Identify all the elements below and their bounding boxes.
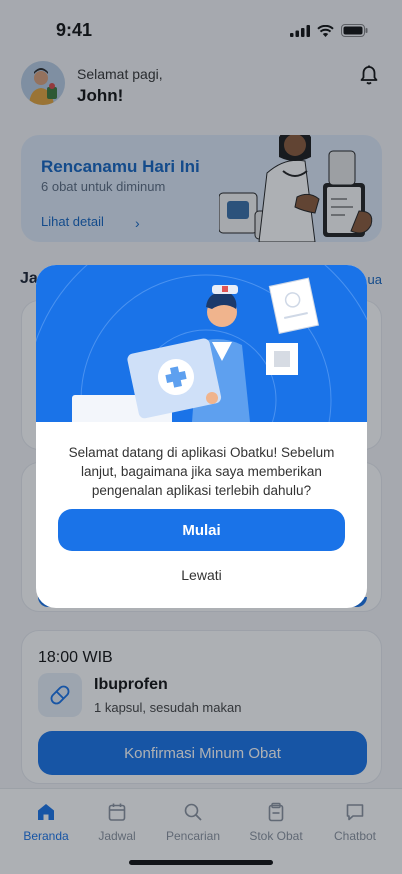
onboarding-modal: Selamat datang di aplikasi Obatku! Sebel… (36, 265, 367, 608)
onboarding-message: Selamat datang di aplikasi Obatku! Sebel… (68, 445, 335, 498)
app-screen: 9:41 Selamat pagi, John! Rencanamu Hari … (0, 0, 402, 874)
skip-button[interactable]: Lewati (58, 567, 345, 583)
start-button[interactable]: Mulai (58, 509, 345, 551)
onboarding-illustration (36, 265, 367, 422)
